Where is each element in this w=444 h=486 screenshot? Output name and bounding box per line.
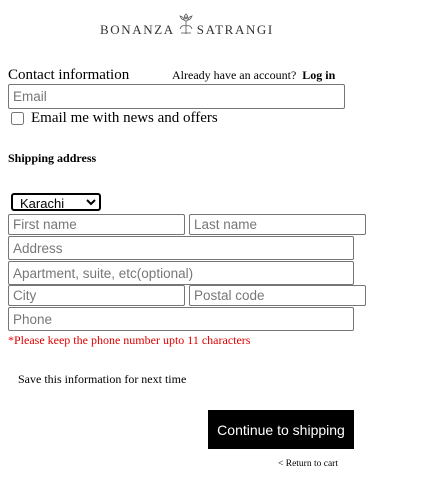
newsletter-label: Email me with news and offers xyxy=(31,110,218,126)
phone-field[interactable] xyxy=(8,307,354,331)
first-name-field[interactable] xyxy=(8,214,185,235)
last-name-field[interactable] xyxy=(189,214,366,235)
phone-error-message: *Please keep the phone number upto 11 ch… xyxy=(8,333,251,347)
address-field[interactable] xyxy=(8,236,354,260)
apartment-field[interactable] xyxy=(8,261,354,285)
account-prompt: Already have an account? Log in xyxy=(172,68,335,83)
shipping-address-heading: Shipping address xyxy=(8,151,97,165)
save-information-option[interactable]: Save this information for next time xyxy=(18,372,186,387)
log-in-link[interactable]: Log in xyxy=(302,68,335,82)
newsletter-option[interactable]: Email me with news and offers xyxy=(11,110,218,127)
brand-name-right: SATRANGI xyxy=(196,22,274,37)
flower-icon xyxy=(178,13,193,34)
account-prompt-text: Already have an account? xyxy=(172,68,297,82)
return-to-cart-link[interactable]: < Return to cart xyxy=(278,459,338,469)
city-field[interactable] xyxy=(8,285,185,306)
city-select[interactable]: Karachi xyxy=(11,193,101,211)
postal-code-field[interactable] xyxy=(189,285,366,306)
contact-information-heading: Contact information xyxy=(8,67,130,83)
newsletter-checkbox[interactable] xyxy=(11,112,24,125)
email-field[interactable] xyxy=(8,84,345,109)
continue-to-shipping-button[interactable]: Continue to shipping xyxy=(208,410,354,449)
brand-logo[interactable]: BONANZA SATRANGI xyxy=(100,12,274,38)
brand-name-left: BONANZA xyxy=(100,22,175,37)
